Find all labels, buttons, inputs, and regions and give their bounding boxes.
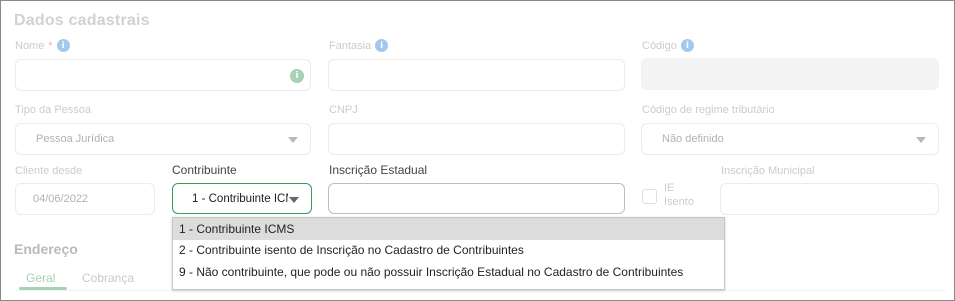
inscricao-estadual-input[interactable] xyxy=(328,183,625,214)
info-icon[interactable]: i xyxy=(56,39,70,52)
cliente-desde-input[interactable]: 04/06/2022 xyxy=(15,183,155,215)
dropdown-option[interactable]: 2 - Contribuinte isento de Inscrição no … xyxy=(173,240,724,262)
codigo-label-text: Código xyxy=(642,39,677,52)
contribuinte-label: Contribuinte xyxy=(172,163,237,177)
ie-isento-checkbox[interactable] xyxy=(642,189,657,204)
fantasia-label-text: Fantasia xyxy=(329,39,372,52)
section-title: Dados cadastrais xyxy=(14,12,150,29)
contribuinte-select[interactable]: 1 - Contribuinte ICMS xyxy=(172,183,312,214)
regime-label: Código de regime tributário xyxy=(642,104,775,116)
nome-input[interactable]: i xyxy=(15,59,311,91)
cnpj-label: CNPJ xyxy=(329,104,358,116)
cnpj-input[interactable] xyxy=(328,123,625,155)
contribuinte-value: 1 - Contribuinte ICMS xyxy=(192,192,288,205)
required-mark: * xyxy=(48,39,53,52)
tab-cobranca[interactable]: Cobrança xyxy=(82,271,134,285)
inscricao-municipal-label: Inscrição Municipal xyxy=(721,165,815,177)
codigo-input xyxy=(641,58,939,90)
regime-select[interactable]: Não definido xyxy=(641,123,939,155)
tipo-pessoa-select[interactable]: Pessoa Jurídica xyxy=(15,123,311,155)
inscricao-municipal-input[interactable] xyxy=(720,183,939,215)
tipo-pessoa-value: Pessoa Jurídica xyxy=(36,133,115,145)
tab-geral[interactable]: Geral xyxy=(26,271,55,285)
tipo-pessoa-label: Tipo da Pessoa xyxy=(15,104,92,116)
cliente-desde-value: 04/06/2022 xyxy=(33,193,89,205)
ie-isento-label-line2: Isento xyxy=(664,196,694,208)
form-frame: Dados cadastrais Nome * i i Fantasia i Có… xyxy=(0,0,955,301)
tabs-divider xyxy=(14,290,944,291)
dropdown-option[interactable]: 9 - Não contribuinte, que pode ou não po… xyxy=(173,261,724,283)
nome-label: Nome * i xyxy=(15,39,70,52)
address-title: Endereço xyxy=(14,241,78,257)
fantasia-label: Fantasia i xyxy=(329,39,389,52)
info-icon[interactable]: i xyxy=(680,39,694,52)
regime-value: Não definido xyxy=(662,133,724,145)
dropdown-option[interactable]: 1 - Contribuinte ICMS xyxy=(173,218,724,240)
nome-label-text: Nome xyxy=(15,39,45,52)
cliente-desde-label: Cliente desde xyxy=(15,165,83,177)
inscricao-estadual-label: Inscrição Estadual xyxy=(329,163,428,177)
fantasia-input[interactable] xyxy=(328,59,625,91)
ie-isento-label: IE Isento xyxy=(664,182,694,208)
valid-icon: i xyxy=(290,69,304,83)
contribuinte-dropdown-list: 1 - Contribuinte ICMS 2 - Contribuinte i… xyxy=(172,217,725,290)
active-tab-indicator xyxy=(19,287,67,290)
codigo-label: Código i xyxy=(642,39,694,52)
info-icon[interactable]: i xyxy=(375,39,389,52)
ie-isento-label-line1: IE xyxy=(664,182,675,194)
